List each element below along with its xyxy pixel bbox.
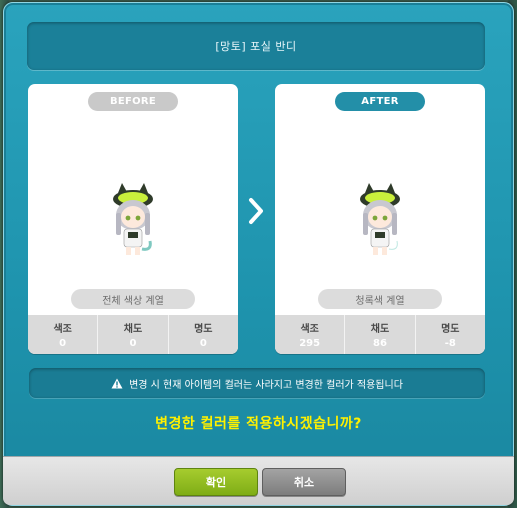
stat-value: 0: [59, 338, 67, 349]
stat-value: 86: [373, 338, 387, 349]
after-tag: AFTER: [335, 92, 425, 111]
stat-brightness-after: 명도 -8: [414, 315, 485, 354]
stat-hue-before: 색조 0: [28, 315, 97, 354]
before-tag: BEFORE: [88, 92, 178, 111]
stat-label: 색조: [300, 324, 319, 335]
palette-name-after: 청록색 계열: [318, 289, 442, 309]
character-avatar-before: [113, 183, 153, 255]
warning-notice: 변경 시 현재 아이템의 컬러는 사라지고 변경한 컬러가 적용됩니다: [29, 368, 485, 398]
after-panel: AFTER 청록색 계열 색조 295 채도 86 명도 -8: [275, 84, 485, 354]
stat-label: 명도: [441, 324, 460, 335]
stat-label: 채도: [123, 324, 143, 335]
stats-before: 색조 0 채도 0 명도 0: [28, 315, 238, 354]
cancel-button[interactable]: 취소: [262, 468, 346, 496]
chevron-right-icon: [249, 198, 263, 224]
confirm-button[interactable]: 확인: [174, 468, 258, 496]
stat-brightness-before: 명도 0: [167, 315, 238, 354]
warning-icon: [111, 378, 123, 388]
stats-after: 색조 295 채도 86 명도 -8: [275, 315, 485, 354]
confirm-question: 변경한 컬러를 적용하시겠습니까?: [155, 416, 362, 432]
stat-value: 0: [129, 338, 137, 349]
stat-label: 색조: [53, 324, 72, 335]
stat-label: 채도: [370, 324, 390, 335]
item-title-bar: [망토] 포실 반디: [27, 22, 485, 70]
palette-name-before: 전체 색상 계열: [71, 289, 195, 309]
stat-hue-after: 색조 295: [275, 315, 344, 354]
dialog-footer: [3, 456, 514, 505]
before-panel: BEFORE 전체 색상 계열 색조 0 채도 0 명도 0: [28, 84, 238, 354]
stat-saturation-before: 채도 0: [97, 315, 167, 354]
stat-saturation-after: 채도 86: [344, 315, 414, 354]
stat-value: 0: [199, 338, 207, 349]
stat-value: -8: [444, 338, 456, 349]
item-title: [망토] 포실 반디: [215, 40, 297, 53]
stat-label: 명도: [194, 324, 213, 335]
character-avatar-after: [360, 183, 400, 255]
stat-value: 295: [299, 338, 321, 349]
notice-text: 변경 시 현재 아이템의 컬러는 사라지고 변경한 컬러가 적용됩니다: [129, 379, 403, 391]
